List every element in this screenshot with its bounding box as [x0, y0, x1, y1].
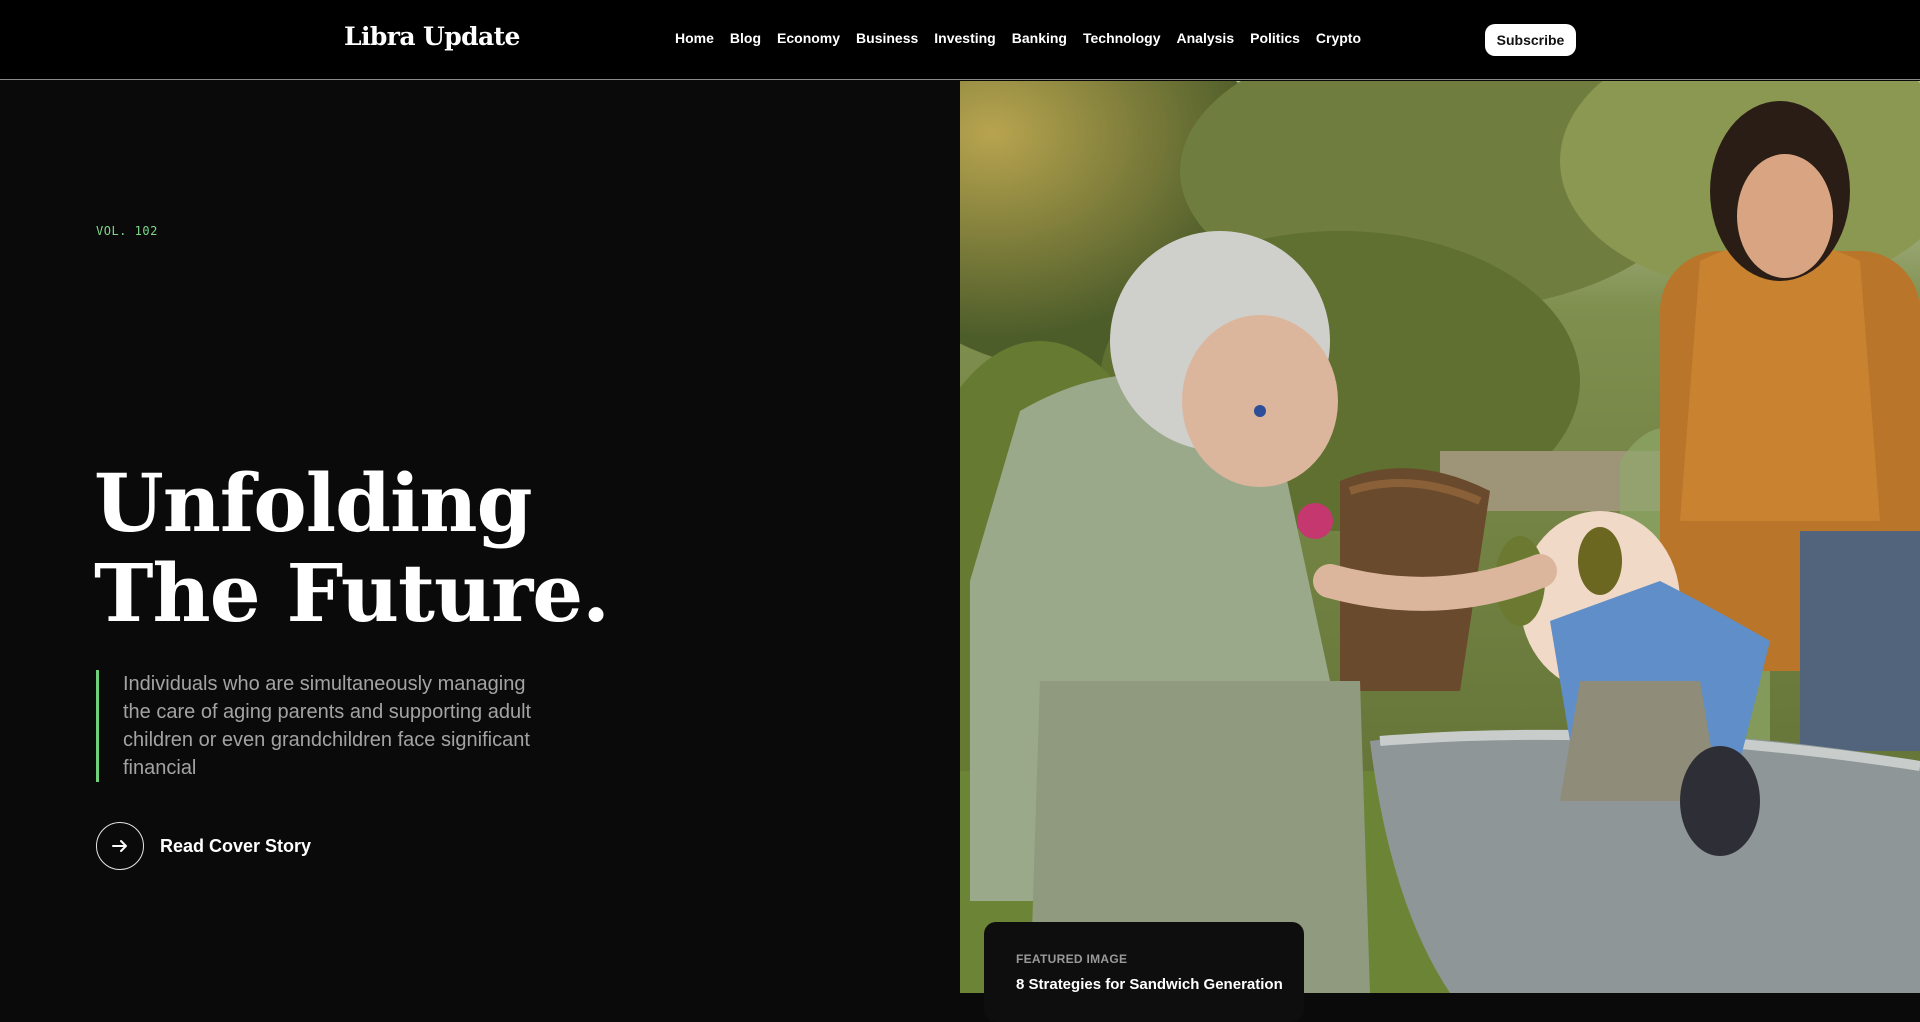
featured-card[interactable]: FEATURED IMAGE 8 Strategies for Sandwich…: [984, 922, 1304, 1022]
featured-label: FEATURED IMAGE: [1016, 952, 1128, 966]
cta-circle-button[interactable]: [96, 822, 144, 870]
nav-link-blog[interactable]: Blog: [730, 30, 761, 46]
hero-lede: Individuals who are simultaneously manag…: [96, 670, 556, 782]
nav-link-home[interactable]: Home: [675, 30, 714, 46]
featured-photo: [960, 81, 1920, 993]
hero-headline-line-2: The Future.: [94, 546, 610, 640]
site-logo[interactable]: Libra Update: [344, 22, 520, 51]
nav-link-crypto[interactable]: Crypto: [1316, 30, 1361, 46]
nav-link-technology[interactable]: Technology: [1083, 30, 1161, 46]
read-cover-story-link[interactable]: Read Cover Story: [96, 822, 311, 870]
featured-photo-illustration: [960, 81, 1920, 993]
volume-label: VOL. 102: [96, 224, 158, 238]
nav-link-politics[interactable]: Politics: [1250, 30, 1300, 46]
nav-link-business[interactable]: Business: [856, 30, 918, 46]
nav-link-analysis[interactable]: Analysis: [1177, 30, 1235, 46]
main-nav: Home Blog Economy Business Investing Ban…: [675, 30, 1361, 46]
subscribe-button[interactable]: Subscribe: [1485, 24, 1576, 56]
nav-link-investing[interactable]: Investing: [934, 30, 995, 46]
arrow-right-icon: [112, 840, 127, 852]
cta-label: Read Cover Story: [160, 835, 312, 856]
hero-headline-line-1: Unfolding: [94, 456, 533, 550]
nav-link-economy[interactable]: Economy: [777, 30, 840, 46]
nav-link-banking[interactable]: Banking: [1012, 30, 1067, 46]
hero-headline: Unfolding The Future.: [94, 456, 610, 640]
site-header: Libra Update Home Blog Economy Business …: [0, 0, 1920, 80]
featured-title[interactable]: 8 Strategies for Sandwich Generation: [1016, 976, 1283, 993]
